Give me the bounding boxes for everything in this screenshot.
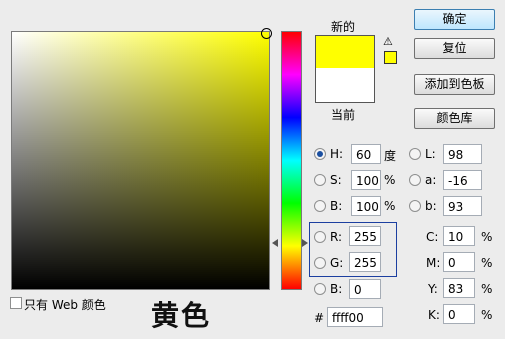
c-unit: % xyxy=(481,230,493,244)
b-unit: % xyxy=(384,199,396,213)
a-input[interactable]: -16 xyxy=(443,170,482,190)
s-input[interactable]: 100 xyxy=(351,170,381,190)
a-radio[interactable] xyxy=(409,174,421,186)
color-field[interactable] xyxy=(11,31,270,290)
g-input[interactable]: 255 xyxy=(349,252,381,272)
b-radio[interactable] xyxy=(314,200,326,212)
current-color-label: 当前 xyxy=(331,108,356,122)
color-libraries-button[interactable]: 颜色库 xyxy=(414,108,495,129)
l-radio[interactable] xyxy=(409,148,421,160)
m-label: M: xyxy=(426,256,441,270)
h-label: H: xyxy=(330,147,344,161)
s-radio[interactable] xyxy=(314,174,326,186)
hue-slider-arrow-left-icon[interactable] xyxy=(272,239,278,247)
m-unit: % xyxy=(481,256,493,270)
r-label: R: xyxy=(330,230,343,244)
color-picker-ring[interactable] xyxy=(261,28,272,39)
lab-b-label: b: xyxy=(425,199,437,213)
b-input[interactable]: 100 xyxy=(351,196,381,216)
a-label: a: xyxy=(425,173,437,187)
lab-b-radio[interactable] xyxy=(409,200,421,212)
web-colors-only-checkbox[interactable] xyxy=(10,297,22,309)
m-input[interactable]: 0 xyxy=(443,252,475,272)
r-input[interactable]: 255 xyxy=(349,226,381,246)
b-label: B: xyxy=(330,199,343,213)
web-colors-only-label: 只有 Web 颜色 xyxy=(24,298,106,312)
hue-slider[interactable] xyxy=(281,31,302,290)
lab-b-input[interactable]: 93 xyxy=(443,196,482,216)
gamut-correction-swatch[interactable] xyxy=(384,51,397,64)
rgb-b-label: B: xyxy=(330,282,343,296)
rgb-b-input[interactable]: 0 xyxy=(349,279,381,299)
s-unit: % xyxy=(384,173,396,187)
y-label: Y: xyxy=(428,282,438,296)
out-of-gamut-warning-icon[interactable]: ⚠ xyxy=(383,36,393,48)
y-unit: % xyxy=(481,282,493,296)
h-input[interactable]: 60 xyxy=(351,144,381,164)
l-label: L: xyxy=(425,147,436,161)
h-radio[interactable] xyxy=(314,148,326,160)
new-color-swatch xyxy=(315,35,375,69)
hex-label: # xyxy=(314,311,325,325)
k-input[interactable]: 0 xyxy=(443,304,475,324)
ok-button[interactable]: 确定 xyxy=(414,9,495,30)
current-color-swatch[interactable] xyxy=(315,68,375,103)
hex-input[interactable]: ffff00 xyxy=(327,307,383,327)
k-label: K: xyxy=(428,308,440,322)
color-name-caption: 黄色 xyxy=(151,299,212,332)
rgb-b-radio[interactable] xyxy=(314,283,326,295)
r-radio[interactable] xyxy=(314,231,326,243)
reset-button[interactable]: 复位 xyxy=(414,38,495,59)
y-input[interactable]: 83 xyxy=(443,278,475,298)
s-label: S: xyxy=(330,173,342,187)
c-label: C: xyxy=(426,230,439,244)
add-to-swatches-button[interactable]: 添加到色板 xyxy=(414,74,495,95)
hue-slider-arrow-right-icon[interactable] xyxy=(302,239,308,247)
k-unit: % xyxy=(481,308,493,322)
new-color-label: 新的 xyxy=(331,20,356,34)
l-input[interactable]: 98 xyxy=(443,144,482,164)
g-label: G: xyxy=(330,256,344,270)
g-radio[interactable] xyxy=(314,257,326,269)
h-unit: 度 xyxy=(384,149,397,163)
c-input[interactable]: 10 xyxy=(443,226,475,246)
